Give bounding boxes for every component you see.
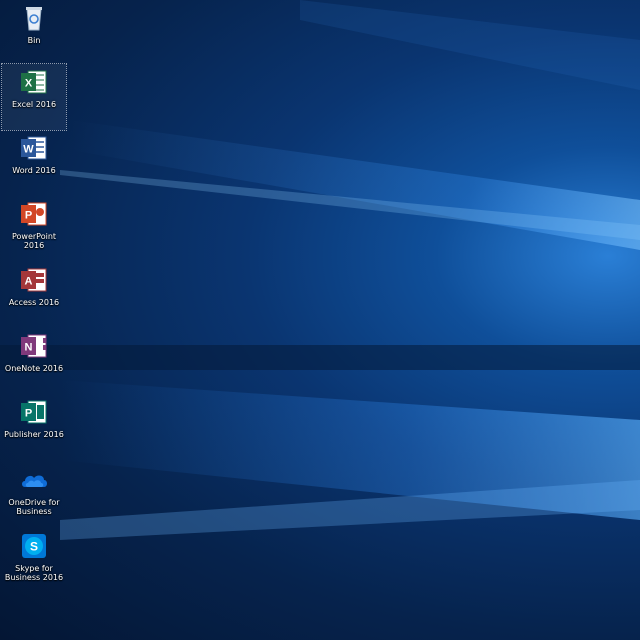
icon-label: Publisher 2016: [4, 430, 64, 439]
skype-icon: S: [22, 534, 46, 558]
word-2016-shortcut[interactable]: W Word 2016: [2, 130, 66, 196]
app-letter: S: [30, 540, 38, 554]
onenote-icon: N: [21, 334, 47, 358]
app-letter: N: [25, 342, 33, 354]
icon-label: Bin: [27, 36, 41, 45]
onedrive-cloud-icon: [22, 475, 47, 487]
access-icon: A: [21, 268, 47, 292]
publisher-2016-shortcut[interactable]: P Publisher 2016: [2, 394, 66, 460]
access-2016-shortcut[interactable]: A Access 2016: [2, 262, 66, 328]
app-letter: A: [25, 276, 33, 288]
app-letter: W: [23, 144, 34, 156]
app-letter: X: [25, 78, 33, 90]
icon-label: Skype for Business 2016: [4, 564, 64, 582]
onenote-2016-shortcut[interactable]: N OneNote 2016: [2, 328, 66, 394]
excel-icon: X: [21, 70, 47, 94]
desktop[interactable]: Bin X Excel 2016 W Word 2016 P PowerPoin…: [0, 0, 640, 640]
icon-label: Excel 2016: [11, 100, 57, 109]
recycle-bin-shortcut[interactable]: Bin: [2, 0, 66, 66]
onedrive-business-shortcut[interactable]: OneDrive for Business: [2, 462, 66, 528]
icon-label: Word 2016: [12, 166, 56, 175]
excel-2016-shortcut[interactable]: X Excel 2016: [1, 63, 67, 131]
powerpoint-2016-shortcut[interactable]: P PowerPoint 2016: [2, 196, 66, 262]
icon-label: OneDrive for Business: [8, 498, 60, 516]
skype-business-shortcut[interactable]: S Skype for Business 2016: [2, 528, 66, 608]
app-letter: P: [25, 408, 32, 420]
word-icon: W: [21, 136, 47, 160]
publisher-icon: P: [21, 400, 47, 424]
recycle-bin-icon: [26, 7, 42, 31]
icon-label: OneNote 2016: [4, 364, 64, 373]
icon-label: Access 2016: [8, 298, 60, 307]
powerpoint-icon: P: [21, 202, 47, 226]
app-letter: P: [25, 210, 32, 222]
icon-label: PowerPoint 2016: [11, 232, 57, 250]
windows-wallpaper: [0, 0, 640, 540]
